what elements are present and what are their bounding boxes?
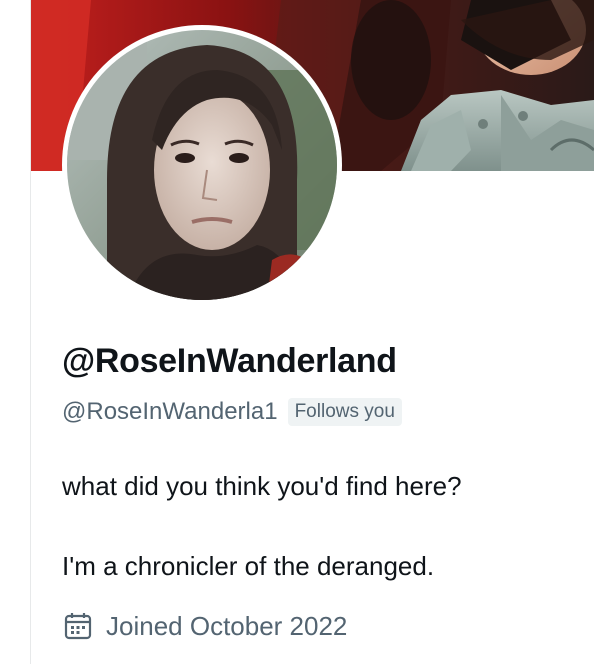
- profile-bio: what did you think you'd find here? I'm …: [62, 466, 582, 586]
- bio-line: I'm a chronicler of the deranged.: [62, 551, 435, 581]
- calendar-icon: [62, 610, 94, 642]
- user-handle: @RoseInWanderla1: [62, 398, 278, 425]
- follows-you-badge: Follows you: [287, 398, 402, 426]
- bio-spacer: [62, 506, 582, 546]
- avatar-photo: [67, 30, 337, 300]
- joined-date-row: Joined October 2022: [62, 610, 347, 642]
- bio-line: what did you think you'd find here?: [62, 471, 462, 501]
- joined-date: Joined October 2022: [106, 610, 348, 641]
- profile-page: @RoseInWanderland @RoseInWanderla1 Follo…: [0, 0, 594, 664]
- display-name: @RoseInWanderland: [62, 342, 397, 380]
- handle-row: @RoseInWanderla1 Follows you: [62, 396, 402, 428]
- profile-avatar[interactable]: [62, 25, 342, 305]
